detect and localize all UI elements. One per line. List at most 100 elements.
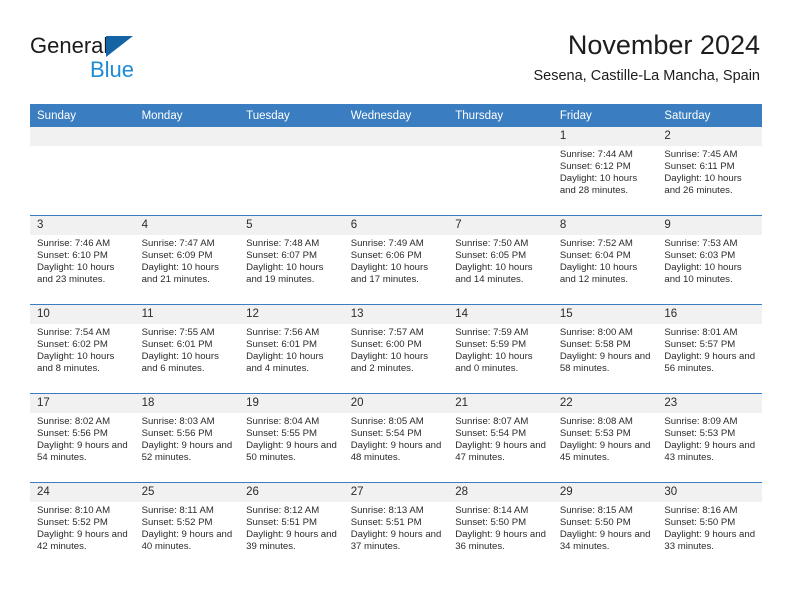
sunset-text: Sunset: 5:53 PM: [559, 428, 631, 440]
calendar-day-cell[interactable]: 16 Sunrise: 8:01 AM Sunset: 5:57 PM Dayligh…: [657, 304, 762, 394]
day-number: 11: [134, 305, 240, 324]
sunrise-text: Sunrise: 8:08 AM: [559, 416, 633, 427]
day-number: [30, 127, 135, 146]
day-cell-inner: 3 Sunrise: 7:46 AM Sunset: 6:10 PM Daylight…: [30, 216, 135, 304]
calendar-day-cell[interactable]: 27 Sunrise: 8:13 AM Sunset: 5:51 PM Dayligh…: [343, 482, 449, 571]
daylight-text: Daylight: 9 hours and 33 minutes.: [664, 529, 756, 553]
day-cell-inner: 19 Sunrise: 8:04 AM Sunset: 5:55 PM Dayligh…: [239, 394, 344, 482]
sunrise-text: Sunrise: 8:12 AM: [246, 505, 320, 516]
calendar-day-cell[interactable]: 23 Sunrise: 8:09 AM Sunset: 5:53 PM Dayligh…: [657, 393, 762, 483]
calendar-day-cell[interactable]: 30 Sunrise: 8:16 AM Sunset: 5:50 PM Dayligh…: [657, 482, 762, 571]
logo-text-general: General: [30, 33, 109, 58]
daylight-text: Daylight: 9 hours and 45 minutes.: [559, 440, 651, 464]
weekday-header-thursday: Thursday: [448, 104, 553, 127]
weekday-header-saturday: Saturday: [657, 104, 762, 127]
calendar-week-row: 10 Sunrise: 7:54 AM Sunset: 6:02 PM Dayligh…: [30, 304, 762, 394]
day-cell-inner: 13 Sunrise: 7:57 AM Sunset: 6:00 PM Dayligh…: [343, 305, 449, 393]
calendar-day-cell[interactable]: 28 Sunrise: 8:14 AM Sunset: 5:50 PM Dayligh…: [448, 482, 553, 571]
day-cell-inner: 23 Sunrise: 8:09 AM Sunset: 5:53 PM Dayligh…: [657, 394, 762, 482]
calendar-day-cell[interactable]: 25 Sunrise: 8:11 AM Sunset: 5:52 PM Dayligh…: [134, 482, 240, 571]
calendar-day-cell[interactable]: 12 Sunrise: 7:56 AM Sunset: 6:01 PM Dayligh…: [239, 304, 344, 394]
sunrise-text: Sunrise: 7:49 AM: [350, 238, 424, 249]
daylight-text: Daylight: 9 hours and 47 minutes.: [455, 440, 546, 464]
day-cell-inner: 6 Sunrise: 7:49 AM Sunset: 6:06 PM Daylight…: [343, 216, 449, 304]
day-details: Sunrise: 7:53 AM Sunset: 6:03 PM Daylight:…: [657, 235, 762, 286]
day-cell-inner: [343, 127, 449, 215]
sunrise-text: Sunrise: 8:09 AM: [664, 416, 738, 427]
day-number: 30: [657, 483, 762, 502]
calendar-day-cell[interactable]: 8 Sunrise: 7:52 AM Sunset: 6:04 PM Daylight…: [552, 215, 658, 305]
day-cell-inner: 12 Sunrise: 7:56 AM Sunset: 6:01 PM Dayligh…: [239, 305, 344, 393]
day-number: 3: [30, 216, 135, 235]
calendar-day-cell[interactable]: 1 Sunrise: 7:44 AM Sunset: 6:12 PM Daylight…: [552, 127, 658, 216]
day-number: 24: [30, 483, 135, 502]
day-number: 16: [657, 305, 762, 324]
calendar-day-cell[interactable]: 19 Sunrise: 8:04 AM Sunset: 5:55 PM Dayligh…: [239, 393, 344, 483]
day-cell-inner: [448, 127, 553, 215]
day-details: Sunrise: 7:45 AM Sunset: 6:11 PM Daylight:…: [657, 146, 762, 197]
calendar-day-cell[interactable]: 4 Sunrise: 7:47 AM Sunset: 6:09 PM Daylight…: [134, 215, 240, 305]
calendar-day-cell[interactable]: 18 Sunrise: 8:03 AM Sunset: 5:56 PM Dayligh…: [134, 393, 240, 483]
day-details: Sunrise: 8:00 AM Sunset: 5:58 PM Daylight:…: [553, 324, 658, 375]
calendar-day-cell[interactable]: 17 Sunrise: 8:02 AM Sunset: 5:56 PM Dayligh…: [30, 393, 135, 483]
sunset-text: Sunset: 5:53 PM: [664, 428, 736, 440]
day-cell-inner: 5 Sunrise: 7:48 AM Sunset: 6:07 PM Daylight…: [239, 216, 344, 304]
calendar-day-cell[interactable]: 21 Sunrise: 8:07 AM Sunset: 5:54 PM Dayligh…: [448, 393, 553, 483]
calendar-day-cell-empty[interactable]: [30, 127, 135, 216]
day-number: 29: [552, 483, 658, 502]
calendar-day-cell[interactable]: 5 Sunrise: 7:48 AM Sunset: 6:07 PM Daylight…: [239, 215, 344, 305]
daylight-text: Daylight: 10 hours and 21 minutes.: [141, 262, 219, 286]
calendar-day-cell[interactable]: 15 Sunrise: 8:00 AM Sunset: 5:58 PM Dayligh…: [552, 304, 658, 394]
calendar-day-cell[interactable]: 6 Sunrise: 7:49 AM Sunset: 6:06 PM Daylight…: [343, 215, 449, 305]
sunrise-text: Sunrise: 8:15 AM: [559, 505, 633, 516]
day-cell-inner: 15 Sunrise: 8:00 AM Sunset: 5:58 PM Dayligh…: [552, 305, 658, 393]
day-details: Sunrise: 8:16 AM Sunset: 5:50 PM Daylight:…: [657, 502, 762, 553]
day-number: 21: [448, 394, 553, 413]
calendar-day-cell-empty[interactable]: [343, 127, 449, 216]
day-number: [448, 127, 553, 146]
calendar-day-cell-empty[interactable]: [239, 127, 344, 216]
day-details: Sunrise: 8:09 AM Sunset: 5:53 PM Daylight:…: [657, 413, 762, 464]
calendar-day-cell[interactable]: 11 Sunrise: 7:55 AM Sunset: 6:01 PM Dayligh…: [134, 304, 240, 394]
sunrise-text: Sunrise: 7:52 AM: [559, 238, 633, 249]
day-cell-inner: 24 Sunrise: 8:10 AM Sunset: 5:52 PM Dayligh…: [30, 483, 135, 571]
calendar-day-cell-empty[interactable]: [134, 127, 240, 216]
calendar-day-cell[interactable]: 20 Sunrise: 8:05 AM Sunset: 5:54 PM Dayligh…: [343, 393, 449, 483]
calendar-day-cell-empty[interactable]: [448, 127, 553, 216]
calendar-day-cell[interactable]: 13 Sunrise: 7:57 AM Sunset: 6:00 PM Dayligh…: [343, 304, 449, 394]
sunset-text: Sunset: 6:12 PM: [559, 161, 631, 173]
sunrise-text: Sunrise: 7:48 AM: [246, 238, 320, 249]
day-details: Sunrise: 7:46 AM Sunset: 6:10 PM Daylight:…: [30, 235, 135, 286]
day-details: Sunrise: 8:01 AM Sunset: 5:57 PM Daylight:…: [657, 324, 762, 375]
sunset-text: Sunset: 6:07 PM: [246, 250, 318, 262]
day-number: 7: [448, 216, 553, 235]
calendar-day-cell[interactable]: 7 Sunrise: 7:50 AM Sunset: 6:05 PM Daylight…: [448, 215, 553, 305]
daylight-text: Daylight: 9 hours and 40 minutes.: [141, 529, 233, 553]
day-details: Sunrise: 8:04 AM Sunset: 5:55 PM Daylight:…: [239, 413, 344, 464]
daylight-text: Daylight: 10 hours and 2 minutes.: [350, 351, 429, 375]
calendar-day-cell[interactable]: 22 Sunrise: 8:08 AM Sunset: 5:53 PM Dayligh…: [552, 393, 658, 483]
calendar-day-cell[interactable]: 10 Sunrise: 7:54 AM Sunset: 6:02 PM Dayligh…: [30, 304, 135, 394]
day-details: Sunrise: 8:03 AM Sunset: 5:56 PM Daylight:…: [135, 413, 240, 464]
daylight-text: Daylight: 10 hours and 10 minutes.: [664, 262, 742, 286]
daylight-text: Daylight: 9 hours and 43 minutes.: [664, 440, 756, 464]
calendar-day-cell[interactable]: 2 Sunrise: 7:45 AM Sunset: 6:11 PM Daylight…: [657, 127, 762, 216]
sunset-text: Sunset: 6:10 PM: [37, 250, 108, 262]
daylight-text: Daylight: 10 hours and 14 minutes.: [455, 262, 533, 286]
sunrise-text: Sunrise: 8:13 AM: [350, 505, 424, 516]
daylight-text: Daylight: 9 hours and 58 minutes.: [559, 351, 651, 375]
sunrise-text: Sunrise: 7:57 AM: [350, 327, 424, 338]
calendar-day-cell[interactable]: 3 Sunrise: 7:46 AM Sunset: 6:10 PM Daylight…: [30, 215, 135, 305]
calendar-day-cell[interactable]: 24 Sunrise: 8:10 AM Sunset: 5:52 PM Dayligh…: [30, 482, 135, 571]
day-cell-inner: 11 Sunrise: 7:55 AM Sunset: 6:01 PM Dayligh…: [134, 305, 240, 393]
sunrise-text: Sunrise: 8:03 AM: [141, 416, 215, 427]
day-cell-inner: 16 Sunrise: 8:01 AM Sunset: 5:57 PM Dayligh…: [657, 305, 762, 393]
calendar-day-cell[interactable]: 14 Sunrise: 7:59 AM Sunset: 5:59 PM Dayligh…: [448, 304, 553, 394]
calendar-day-cell[interactable]: 29 Sunrise: 8:15 AM Sunset: 5:50 PM Dayligh…: [552, 482, 658, 571]
sunset-text: Sunset: 6:02 PM: [37, 339, 108, 351]
sunset-text: Sunset: 5:54 PM: [350, 428, 422, 440]
calendar-day-cell[interactable]: 26 Sunrise: 8:12 AM Sunset: 5:51 PM Dayligh…: [239, 482, 344, 571]
general-blue-logo[interactable]: General Blue: [30, 33, 230, 89]
location-subtitle: Sesena, Castille-La Mancha, Spain: [533, 68, 761, 84]
calendar-day-cell[interactable]: 9 Sunrise: 7:53 AM Sunset: 6:03 PM Daylight…: [657, 215, 762, 305]
